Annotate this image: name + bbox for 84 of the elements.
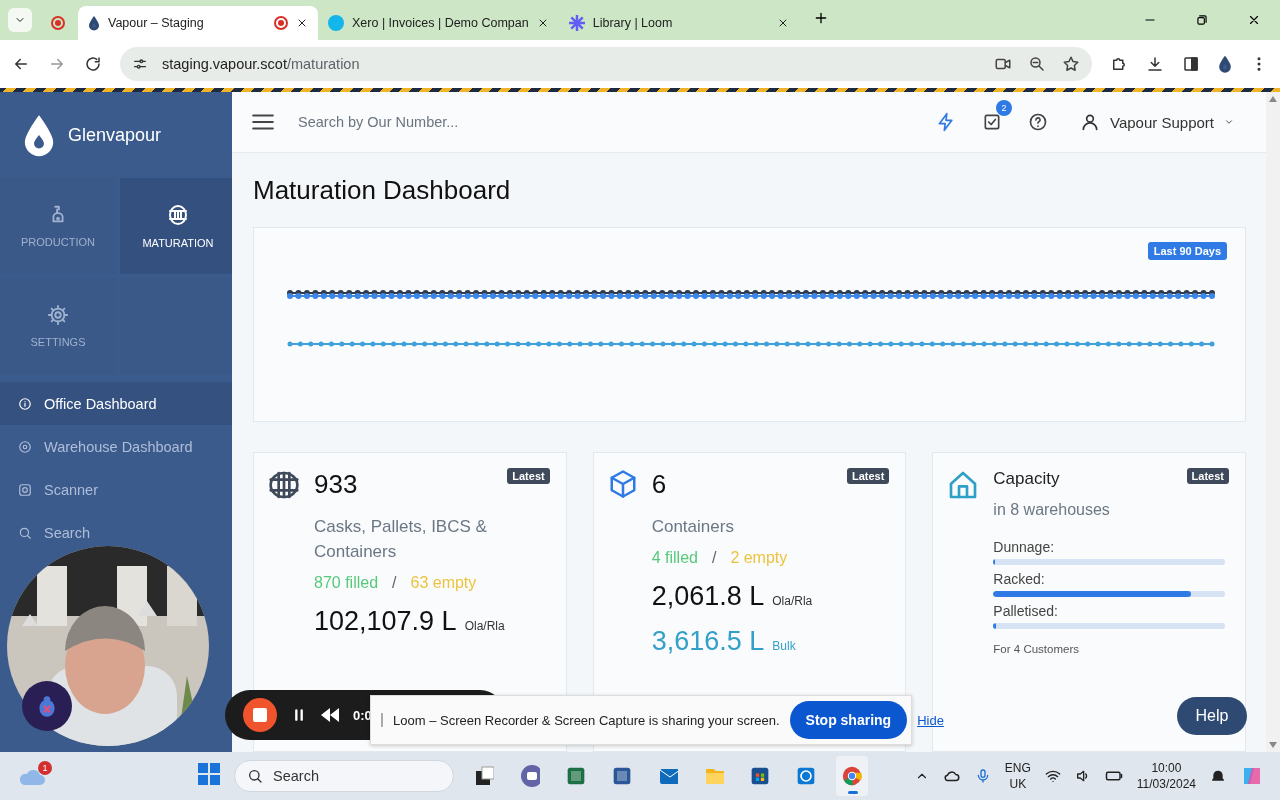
empty-count: 2 empty bbox=[730, 549, 788, 567]
latest-badge: Latest bbox=[507, 468, 550, 484]
recording-icon bbox=[274, 16, 288, 30]
help-button[interactable]: Help bbox=[1177, 697, 1247, 735]
address-bar[interactable]: staging.vapour.scot/maturation bbox=[120, 47, 1092, 81]
separator: / bbox=[392, 574, 397, 592]
wifi-icon[interactable] bbox=[1044, 768, 1061, 784]
scroll-up-icon[interactable] bbox=[1269, 96, 1277, 102]
search-icon bbox=[18, 525, 32, 540]
info-icon bbox=[18, 396, 32, 411]
nav-item[interactable]: Warehouse Dashboard bbox=[0, 425, 232, 468]
help-icon[interactable] bbox=[1028, 112, 1049, 132]
download-icon[interactable] bbox=[1146, 55, 1164, 73]
language-indicator[interactable]: ENG UK bbox=[1004, 760, 1031, 792]
close-icon[interactable] bbox=[1247, 13, 1261, 27]
volume-value: 2,061.8 L bbox=[651, 581, 765, 612]
browser-tab[interactable]: Vapour – Staging bbox=[78, 6, 318, 40]
bar-label: Dunnage: bbox=[993, 539, 1055, 555]
bar-label: Palletised: bbox=[993, 603, 1058, 619]
stat-label: Casks, Pallets, IBCS & Containers bbox=[314, 516, 488, 563]
drop-icon bbox=[88, 15, 100, 31]
site-settings-icon bbox=[132, 56, 148, 72]
notification-badge: 1 bbox=[38, 761, 52, 775]
volume-value: 102,107.9 L bbox=[314, 606, 457, 637]
camera-icon bbox=[18, 482, 32, 497]
latest-badge: Latest bbox=[1186, 468, 1229, 484]
stop-sharing-button[interactable]: Stop sharing bbox=[789, 701, 908, 739]
empty-count: 63 empty bbox=[410, 574, 477, 592]
rewind-icon[interactable] bbox=[321, 708, 339, 722]
card-title: Capacity bbox=[993, 469, 1060, 489]
target-icon bbox=[18, 439, 32, 454]
user-menu[interactable]: Vapour Support bbox=[1074, 111, 1240, 133]
hide-link[interactable]: Hide bbox=[917, 712, 944, 728]
scrollbar[interactable] bbox=[1266, 92, 1280, 752]
tab-favicon-icon bbox=[328, 15, 344, 31]
card-footnote: For 4 Customers bbox=[993, 643, 1079, 655]
search-icon bbox=[247, 768, 263, 784]
browser-tab[interactable]: Xero | Invoices | Demo Compan bbox=[318, 6, 559, 40]
recording-icon bbox=[51, 16, 65, 30]
bell-icon[interactable] bbox=[1210, 768, 1226, 784]
video-chat-icon bbox=[520, 764, 540, 788]
stat-label: Containers bbox=[651, 516, 735, 538]
task-view-icon bbox=[474, 765, 494, 787]
scroll-down-icon[interactable] bbox=[1269, 742, 1277, 748]
restore-icon[interactable] bbox=[1195, 13, 1209, 27]
page-title: Maturation Dashboard bbox=[253, 175, 512, 206]
starburst-icon bbox=[568, 15, 585, 31]
reload-icon[interactable] bbox=[84, 55, 102, 73]
filled-count: 870 filled bbox=[314, 574, 379, 592]
volume-unit: Ola/Rla bbox=[772, 594, 813, 608]
brand-name: Glenvapour bbox=[68, 124, 162, 146]
stat-count: 933 bbox=[314, 469, 358, 500]
sharing-message: Loom – Screen Recorder & Screen Capture is sharing your screen. bbox=[393, 712, 780, 728]
separator: / bbox=[711, 549, 717, 567]
bar-label: Racked: bbox=[993, 571, 1045, 587]
zoom-icon[interactable] bbox=[1028, 55, 1046, 73]
barrel-icon bbox=[268, 469, 300, 501]
start-icon[interactable] bbox=[198, 763, 220, 785]
browser-tab[interactable]: Library | Loom bbox=[558, 6, 799, 40]
notification-badge: 2 bbox=[996, 100, 1013, 116]
nav-item[interactable]: Office Dashboard bbox=[0, 382, 232, 425]
chevron-down-icon bbox=[1224, 117, 1234, 127]
stop-recording-button[interactable] bbox=[243, 698, 277, 732]
bulk-volume-value: 3,616.5 L bbox=[651, 626, 765, 657]
taskbar-search[interactable]: Search bbox=[234, 760, 454, 792]
nav-item[interactable]: Scanner bbox=[0, 468, 232, 511]
volume-unit: Ola/Rla bbox=[464, 619, 505, 633]
search-field[interactable]: Search by Our Number... bbox=[296, 113, 600, 131]
volume-unit: Bulk bbox=[772, 639, 796, 653]
stat-count: 6 bbox=[651, 469, 667, 500]
nav-item[interactable]: Search bbox=[0, 511, 232, 554]
settings-icon bbox=[47, 304, 69, 326]
puzzle-icon[interactable] bbox=[1110, 55, 1128, 73]
side-panel-icon[interactable] bbox=[1182, 55, 1200, 73]
clock[interactable]: 10:00 11/03/2024 bbox=[1136, 760, 1196, 792]
filled-count: 4 filled bbox=[651, 549, 698, 567]
period-badge: Last 90 Days bbox=[1147, 242, 1227, 260]
task-checkbox-icon[interactable] bbox=[982, 112, 1003, 132]
drop-icon bbox=[1218, 55, 1232, 73]
card-subtitle: in 8 warehouses bbox=[993, 501, 1110, 519]
barrel-icon bbox=[166, 203, 190, 227]
close-icon[interactable] bbox=[296, 17, 308, 29]
star-icon[interactable] bbox=[1062, 55, 1080, 73]
latest-badge: Latest bbox=[846, 468, 890, 484]
